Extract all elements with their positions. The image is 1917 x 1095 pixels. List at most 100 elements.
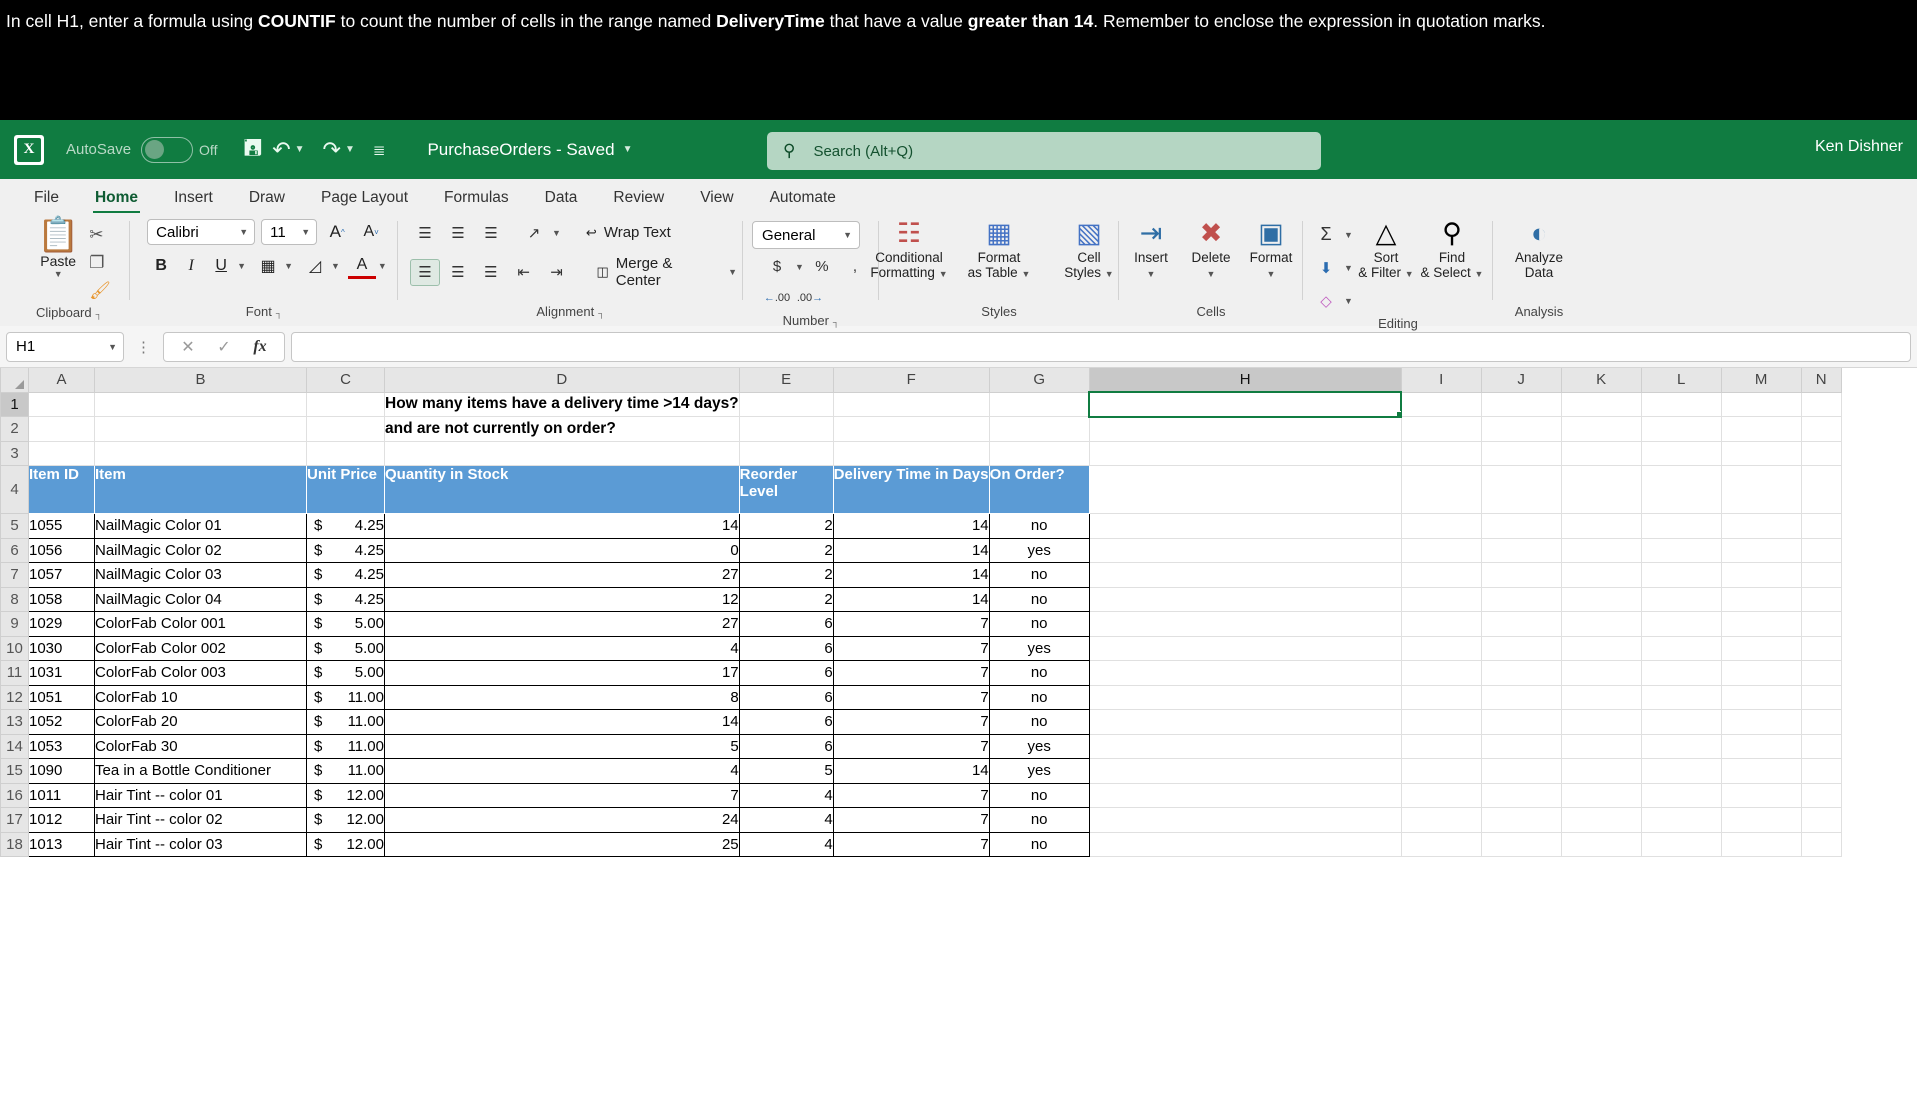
cell-I6[interactable] [1401,538,1482,563]
cell-N3[interactable] [1801,441,1842,466]
cell-N5[interactable] [1801,513,1842,539]
cell-E2[interactable] [739,416,834,442]
tab-home[interactable]: Home [77,187,156,213]
row-header-8[interactable]: 8 [0,586,29,612]
cell-A3[interactable] [28,441,95,466]
cell-L12[interactable] [1641,685,1722,710]
cell-I18[interactable] [1401,832,1482,857]
tab-draw[interactable]: Draw [231,187,303,213]
cell-C15[interactable]: $11.00 [306,758,385,784]
cell-N9[interactable] [1801,611,1842,637]
document-title[interactable]: PurchaseOrders - Saved [427,140,614,160]
cell-K18[interactable] [1561,832,1642,857]
borders-chevron-down-icon[interactable]: ▼ [284,261,293,271]
autosave-toggle[interactable] [141,136,194,163]
copy-icon[interactable]: ❐ [89,251,111,275]
column-header-C[interactable]: C [306,368,385,393]
cell-D11[interactable]: 17 [384,660,740,686]
decrease-decimal-icon[interactable]: ← .00 [762,284,792,311]
formula-bar-menu-icon[interactable]: ⋮ [130,338,157,356]
conditional-formatting-chevron-down-icon[interactable]: ▼ [939,269,948,279]
cell-C14[interactable]: $11.00 [306,733,385,759]
cell-H11[interactable] [1089,660,1402,686]
column-header-B[interactable]: B [94,368,307,393]
cell-I3[interactable] [1401,441,1482,466]
align-top-icon[interactable]: ☰ [410,219,440,246]
row-header-7[interactable]: 7 [0,562,29,588]
cell-C3[interactable] [306,441,385,466]
redo-dropdown-icon[interactable]: ▼ [345,144,355,155]
cell-K10[interactable] [1561,636,1642,661]
cell-D5[interactable]: 14 [384,513,740,539]
cell-B5[interactable]: NailMagic Color 01 [94,513,307,539]
cell-A14[interactable]: 1053 [28,733,95,759]
cell-J4[interactable] [1481,465,1562,514]
cell-M12[interactable] [1721,685,1802,710]
cell-C11[interactable]: $5.00 [306,660,385,686]
cell-I13[interactable] [1401,709,1482,735]
cell-C1[interactable] [306,392,385,417]
cell-M13[interactable] [1721,709,1802,735]
cell-B1[interactable] [94,392,307,417]
cell-E18[interactable]: 4 [738,831,834,857]
cell-K14[interactable] [1561,734,1642,759]
cell-H12[interactable] [1089,685,1402,710]
cell-J6[interactable] [1481,538,1562,563]
cell-D6[interactable]: 0 [384,537,740,563]
cell-E1[interactable] [739,392,834,417]
cell-D16[interactable]: 7 [384,782,740,808]
cell-M11[interactable] [1721,660,1802,686]
cell-M1[interactable] [1721,392,1802,417]
save-icon[interactable]: 🖪 [243,131,262,169]
cell-D10[interactable]: 4 [384,635,740,661]
cell-K15[interactable] [1561,758,1642,784]
cell-G5[interactable]: no [988,513,1090,539]
clear-chevron-down-icon[interactable]: ▼ [1344,296,1353,306]
cell-F8[interactable]: 14 [832,586,990,612]
cell-L1[interactable] [1641,392,1722,417]
cell-J8[interactable] [1481,587,1562,612]
cell-L6[interactable] [1641,538,1722,563]
cell-G9[interactable]: no [988,611,1090,637]
cell-N10[interactable] [1801,636,1842,661]
cell-F18[interactable]: 7 [832,831,990,857]
cell-F7[interactable]: 14 [832,562,990,588]
cell-J16[interactable] [1481,783,1562,808]
format-chevron-down-icon[interactable]: ▼ [1267,269,1276,279]
cell-B2[interactable] [94,416,307,442]
cell-F13[interactable]: 7 [832,709,990,735]
cell-A15[interactable]: 1090 [28,758,95,784]
cell-B13[interactable]: ColorFab 20 [94,709,307,735]
cell-A18[interactable]: 1013 [28,831,95,857]
conditional-formatting-button[interactable]: ☷ Conditional Formatting ▼ [866,219,952,282]
cell-L18[interactable] [1641,832,1722,857]
cell-J2[interactable] [1481,416,1562,442]
table-header-G[interactable]: On Order? [989,465,1090,514]
table-header-C[interactable]: Unit Price [306,465,385,514]
cell-H8[interactable] [1089,587,1402,612]
delete-cells-button[interactable]: ✖ Delete ▼ [1182,219,1240,282]
delete-chevron-down-icon[interactable]: ▼ [1207,269,1216,279]
cell-B8[interactable]: NailMagic Color 04 [94,586,307,612]
cell-B9[interactable]: ColorFab Color 001 [94,611,307,637]
table-header-A[interactable]: Item ID [28,465,95,514]
fill-chevron-down-icon[interactable]: ▼ [1344,263,1353,273]
row-header-1[interactable]: 1 [0,391,29,417]
cell-D12[interactable]: 8 [384,684,740,710]
cell-E16[interactable]: 4 [738,782,834,808]
redo-icon[interactable]: ↷ [323,137,341,163]
number-format-combo[interactable]: General ▼ [752,221,861,249]
cell-D14[interactable]: 5 [384,733,740,759]
cell-J18[interactable] [1481,832,1562,857]
cell-L5[interactable] [1641,513,1722,539]
cell-D2[interactable]: and are not currently on order? [384,416,740,442]
cell-L15[interactable] [1641,758,1722,784]
cell-E7[interactable]: 2 [738,562,834,588]
cell-I14[interactable] [1401,734,1482,759]
cell-N6[interactable] [1801,538,1842,563]
tab-insert[interactable]: Insert [156,187,231,213]
cell-F12[interactable]: 7 [832,684,990,710]
column-header-D[interactable]: D [384,368,740,393]
cell-B10[interactable]: ColorFab Color 002 [94,635,307,661]
select-all-corner[interactable] [0,368,29,393]
